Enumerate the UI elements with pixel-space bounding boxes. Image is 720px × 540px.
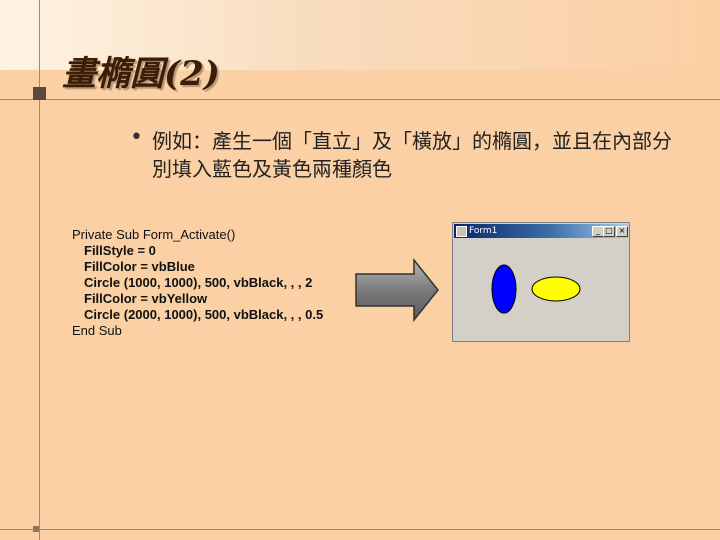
title-rule [0,99,720,100]
code-line: FillStyle = 0 [84,243,156,258]
footer-rule [0,529,720,530]
yellow-ellipse [531,276,581,302]
code-line: FillColor = vbYellow [84,291,208,306]
left-rule [39,0,40,540]
code-line: End Sub [72,323,122,338]
window-titlebar[interactable]: Form1 _ □ × [454,224,628,238]
code-listing: Private Sub Form_Activate() FillStyle = … [72,227,323,339]
code-line: Circle (2000, 1000), 500, vbBlack, , , 0… [84,307,324,322]
footer-square-decoration [33,526,39,532]
code-line: Circle (1000, 1000), 500, vbBlack, , , 2 [84,275,313,290]
slide-title: 畫橢圓(2) [62,54,220,94]
title-square-decoration [33,87,46,100]
window-title: Form1 [469,226,498,236]
bullet-text: 例如：產生一個「直立」及「橫放」的橢圓，並且在內部分別填入藍色及黃色兩種顏色 [152,129,672,181]
right-arrow-icon [355,257,439,323]
blue-ellipse [491,264,517,314]
close-button[interactable]: × [616,226,628,237]
code-line: Private Sub Form_Activate() [72,227,236,242]
vb-form-window: Form1 _ □ × [452,222,630,342]
maximize-button[interactable]: □ [603,226,615,237]
form-icon [456,226,467,237]
form-canvas [491,264,581,314]
code-line: FillColor = vbBlue [84,259,195,274]
bullet-dot: • [130,125,143,150]
